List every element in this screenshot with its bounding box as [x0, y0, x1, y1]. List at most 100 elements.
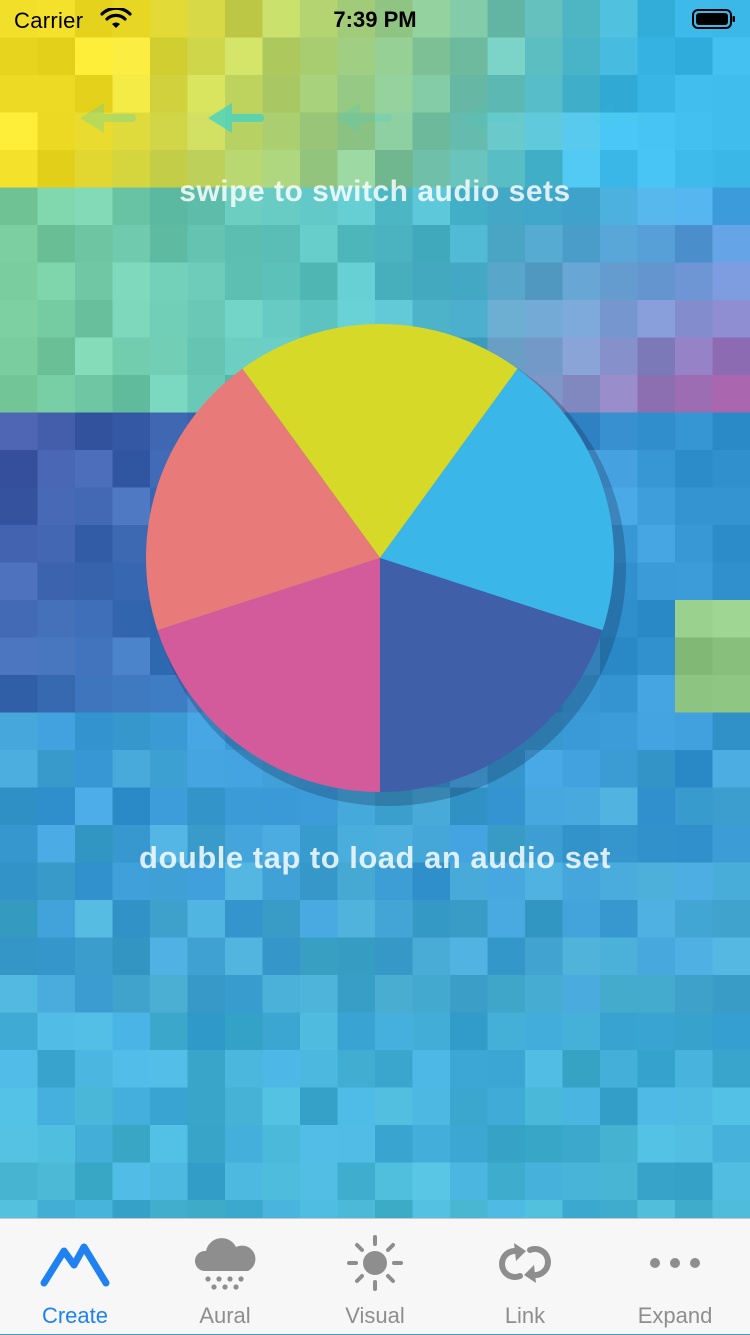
- background-tile: [113, 1163, 151, 1201]
- tab-expand[interactable]: Expand: [600, 1219, 750, 1335]
- background-tile: [75, 750, 113, 788]
- background-tile: [638, 225, 676, 263]
- background-tile: [675, 600, 713, 638]
- background-tile: [713, 375, 750, 413]
- background-tile: [638, 938, 676, 976]
- background-tile: [675, 1088, 713, 1126]
- background-tile: [0, 900, 38, 938]
- background-tile: [713, 300, 750, 338]
- tab-create-label: Create: [0, 1303, 150, 1329]
- background-tile: [713, 713, 750, 751]
- background-tile: [150, 1163, 188, 1201]
- background-tile: [113, 263, 151, 301]
- background-tile: [38, 525, 76, 563]
- background-tile: [713, 338, 750, 376]
- background-tile: [300, 225, 338, 263]
- audio-set-wheel[interactable]: [130, 308, 630, 808]
- background-tile: [638, 300, 676, 338]
- background-tile: [713, 413, 750, 451]
- background-tile: [638, 338, 676, 376]
- background-tile: [713, 1200, 750, 1218]
- background-tile: [38, 1200, 76, 1218]
- background-tile: [675, 563, 713, 601]
- background-tile: [113, 1088, 151, 1126]
- background-tile: [300, 1163, 338, 1201]
- background-tile: [413, 263, 451, 301]
- background-tile: [75, 413, 113, 451]
- background-tile: [338, 938, 376, 976]
- background-tile: [375, 938, 413, 976]
- background-tile: [600, 1163, 638, 1201]
- background-tile: [113, 1013, 151, 1051]
- background-tile: [375, 1050, 413, 1088]
- visualizer-screen[interactable]: Carrier 7:39 PM swipe to switch audio se…: [0, 0, 750, 1218]
- background-tile: [713, 788, 750, 826]
- background-tile: [675, 1013, 713, 1051]
- background-tile: [0, 563, 38, 601]
- background-tile: [638, 1013, 676, 1051]
- background-tile: [525, 1163, 563, 1201]
- background-tile: [638, 713, 676, 751]
- background-tile: [0, 600, 38, 638]
- background-tile: [75, 638, 113, 676]
- background-tile: [75, 675, 113, 713]
- background-tile: [525, 38, 563, 76]
- background-tile: [713, 675, 750, 713]
- background-tile: [675, 263, 713, 301]
- background-tile: [150, 263, 188, 301]
- background-tile: [450, 900, 488, 938]
- background-tile: [413, 38, 451, 76]
- background-tile: [0, 38, 38, 76]
- background-tile: [375, 900, 413, 938]
- background-tile: [713, 1050, 750, 1088]
- tab-visual-label: Visual: [300, 1303, 450, 1329]
- tab-expand-label: Expand: [600, 1303, 750, 1329]
- tab-aural[interactable]: Aural: [150, 1219, 300, 1335]
- background-tile: [150, 975, 188, 1013]
- tab-link[interactable]: Link: [450, 1219, 600, 1335]
- background-tile: [713, 1013, 750, 1051]
- background-tile: [338, 975, 376, 1013]
- background-tile: [188, 1200, 226, 1218]
- background-tile: [713, 563, 750, 601]
- background-tile: [75, 38, 113, 76]
- background-tile: [488, 225, 526, 263]
- background-tile: [713, 938, 750, 976]
- background-tile: [525, 1200, 563, 1218]
- background-tile: [75, 263, 113, 301]
- background-tile: [375, 1125, 413, 1163]
- tab-aural-label: Aural: [150, 1303, 300, 1329]
- background-tile: [188, 1088, 226, 1126]
- background-tile: [413, 900, 451, 938]
- background-tile: [263, 975, 301, 1013]
- background-tile: [675, 413, 713, 451]
- background-tile: [450, 1050, 488, 1088]
- background-tile: [150, 1125, 188, 1163]
- background-tile: [75, 338, 113, 376]
- tab-create[interactable]: Create: [0, 1219, 150, 1335]
- background-tile: [75, 225, 113, 263]
- background-tile: [375, 263, 413, 301]
- background-tile: [675, 900, 713, 938]
- background-tile: [150, 38, 188, 76]
- background-tile: [525, 1125, 563, 1163]
- background-tile: [638, 600, 676, 638]
- background-tile: [150, 1200, 188, 1218]
- background-tile: [75, 563, 113, 601]
- background-tile: [638, 563, 676, 601]
- background-tile: [188, 1013, 226, 1051]
- background-tile: [150, 1013, 188, 1051]
- background-tile: [450, 1125, 488, 1163]
- background-tile: [563, 263, 601, 301]
- left-arrow-icon: [590, 103, 642, 133]
- background-tile: [413, 1013, 451, 1051]
- background-tile: [263, 263, 301, 301]
- background-tile: [150, 225, 188, 263]
- swipe-arrows: [0, 95, 750, 141]
- background-tile: [38, 338, 76, 376]
- background-tile: [225, 1200, 263, 1218]
- tab-visual[interactable]: Visual: [300, 1219, 450, 1335]
- background-tile: [75, 975, 113, 1013]
- background-tile: [0, 338, 38, 376]
- background-tile: [300, 975, 338, 1013]
